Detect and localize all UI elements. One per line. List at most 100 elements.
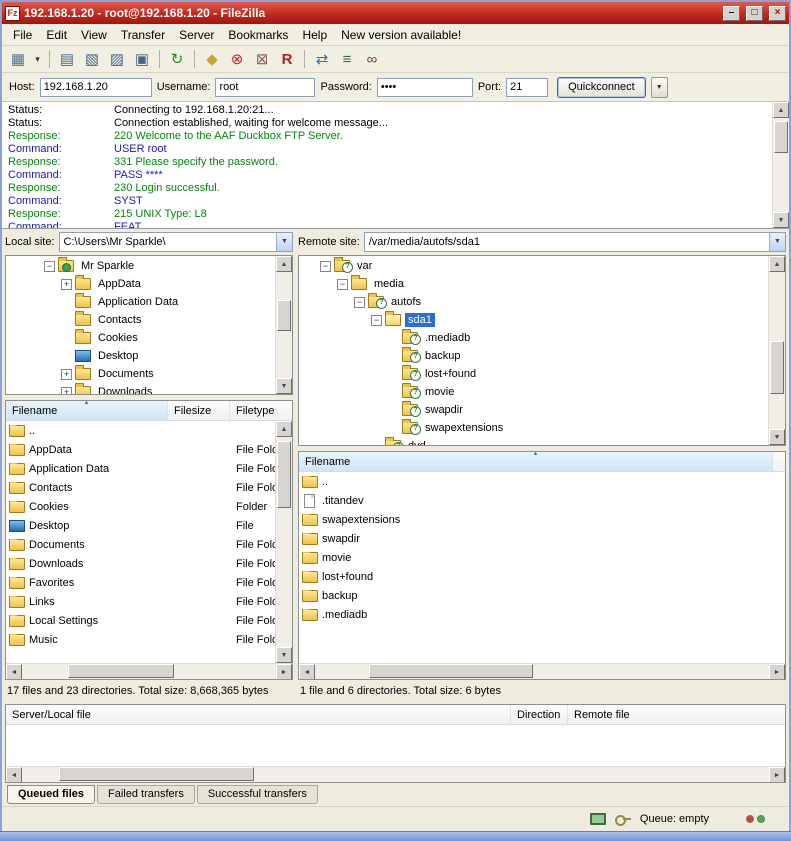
process-queue-button[interactable]: ◆ bbox=[200, 48, 224, 70]
scroll-right-button[interactable]: ► bbox=[276, 664, 292, 680]
column-header-remote-file[interactable]: Remote file bbox=[568, 705, 785, 724]
tree-item[interactable]: + AppData bbox=[6, 275, 275, 293]
remote-path-combo[interactable]: /var/media/autofs/sda1 ▼ bbox=[364, 232, 786, 252]
scroll-down-button[interactable]: ▼ bbox=[276, 378, 292, 394]
column-header-filename[interactable]: ▲Filename bbox=[6, 401, 168, 420]
combo-dropdown-button[interactable]: ▼ bbox=[769, 233, 785, 251]
column-header-filename[interactable]: ▲Filename bbox=[299, 452, 773, 471]
scroll-track[interactable] bbox=[276, 272, 292, 378]
tree-expander[interactable]: + bbox=[61, 387, 72, 395]
menu-new-version[interactable]: New version available! bbox=[334, 26, 468, 44]
remote-list-hscrollbar[interactable]: ◄ ► bbox=[299, 663, 785, 679]
reconnect-button[interactable]: R bbox=[275, 48, 299, 70]
tree-item[interactable]: Desktop bbox=[6, 347, 275, 365]
scroll-left-button[interactable]: ◄ bbox=[6, 664, 22, 680]
file-row[interactable]: lost+found bbox=[299, 567, 785, 586]
tree-expander[interactable]: − bbox=[371, 315, 382, 326]
file-row[interactable]: .. bbox=[6, 421, 275, 440]
toggle-local-tree-button[interactable]: ▧ bbox=[80, 48, 104, 70]
password-input[interactable] bbox=[377, 78, 473, 97]
file-row[interactable]: swapdir bbox=[299, 529, 785, 548]
scroll-right-button[interactable]: ► bbox=[769, 664, 785, 680]
scroll-up-button[interactable]: ▲ bbox=[276, 256, 292, 272]
file-row[interactable]: movie bbox=[299, 548, 785, 567]
cancel-button[interactable]: ⊗ bbox=[225, 48, 249, 70]
menu-view[interactable]: View bbox=[74, 26, 114, 44]
queue-hscrollbar[interactable]: ◄ ► bbox=[6, 766, 785, 782]
column-header-filetype[interactable]: Filetype bbox=[230, 401, 292, 420]
minimize-button[interactable]: – bbox=[723, 6, 740, 21]
directory-comparison-button[interactable]: ⇄ bbox=[310, 48, 334, 70]
tree-expander[interactable]: − bbox=[354, 297, 365, 308]
tree-expander[interactable]: + bbox=[61, 279, 72, 290]
scroll-thumb[interactable] bbox=[277, 441, 291, 508]
title-bar[interactable]: Fz 192.168.1.20 - root@192.168.1.20 - Fi… bbox=[2, 2, 789, 24]
menu-file[interactable]: File bbox=[6, 26, 39, 44]
tree-item[interactable]: + Downloads bbox=[6, 383, 275, 394]
tree-expander[interactable]: − bbox=[337, 279, 348, 290]
quickconnect-button[interactable]: Quickconnect bbox=[557, 77, 646, 98]
file-row[interactable]: swapextensions bbox=[299, 510, 785, 529]
host-input[interactable] bbox=[40, 78, 152, 97]
scroll-thumb[interactable] bbox=[774, 121, 788, 153]
menu-server[interactable]: Server bbox=[172, 26, 221, 44]
tree-item[interactable]: movie bbox=[299, 383, 768, 401]
refresh-button[interactable]: ↻ bbox=[165, 48, 189, 70]
file-row[interactable]: .titandev bbox=[299, 491, 785, 510]
tree-item[interactable]: lost+found bbox=[299, 365, 768, 383]
toggle-message-log-button[interactable]: ▤ bbox=[55, 48, 79, 70]
column-header-local-file[interactable]: Server/Local file bbox=[6, 705, 511, 724]
column-header-filesize[interactable]: Filesize bbox=[168, 401, 230, 420]
toggle-remote-tree-button[interactable]: ▨ bbox=[105, 48, 129, 70]
scroll-track[interactable] bbox=[22, 767, 769, 782]
file-row[interactable]: backup bbox=[299, 586, 785, 605]
file-row[interactable]: Cookies Folder bbox=[6, 497, 275, 516]
scroll-left-button[interactable]: ◄ bbox=[299, 664, 315, 680]
local-path-combo[interactable]: C:\Users\Mr Sparkle\ ▼ bbox=[59, 232, 293, 252]
column-header-direction[interactable]: Direction bbox=[511, 705, 568, 724]
scroll-up-button[interactable]: ▲ bbox=[276, 421, 292, 437]
tab-successful-transfers[interactable]: Successful transfers bbox=[197, 785, 318, 804]
scroll-thumb[interactable] bbox=[59, 767, 253, 781]
tree-item[interactable]: .mediadb bbox=[299, 329, 768, 347]
tree-item[interactable]: Contacts bbox=[6, 311, 275, 329]
port-input[interactable] bbox=[506, 78, 548, 97]
scroll-down-button[interactable]: ▼ bbox=[773, 212, 789, 228]
scroll-track[interactable] bbox=[769, 272, 785, 429]
file-row[interactable]: Links File Folder bbox=[6, 592, 275, 611]
menu-transfer[interactable]: Transfer bbox=[114, 26, 172, 44]
scroll-track[interactable] bbox=[22, 664, 276, 679]
scroll-thumb[interactable] bbox=[277, 300, 291, 332]
local-list-scrollbar[interactable]: ▲ ▼ bbox=[275, 421, 292, 663]
file-row[interactable]: Documents File Folder bbox=[6, 535, 275, 554]
local-tree-scrollbar[interactable]: ▲ ▼ bbox=[275, 256, 292, 394]
scroll-thumb[interactable] bbox=[68, 664, 175, 678]
menu-bookmarks[interactable]: Bookmarks bbox=[221, 26, 295, 44]
maximize-button[interactable]: □ bbox=[746, 6, 763, 21]
file-row[interactable]: .. bbox=[299, 472, 785, 491]
tree-expander[interactable]: − bbox=[320, 261, 331, 272]
tree-item[interactable]: swapextensions bbox=[299, 419, 768, 437]
tree-item[interactable]: swapdir bbox=[299, 401, 768, 419]
scroll-up-button[interactable]: ▲ bbox=[773, 102, 789, 118]
combo-dropdown-button[interactable]: ▼ bbox=[276, 233, 292, 251]
username-input[interactable] bbox=[215, 78, 315, 97]
tree-item[interactable]: − sda1 bbox=[299, 311, 768, 329]
remote-tree-scrollbar[interactable]: ▲ ▼ bbox=[768, 256, 785, 445]
scroll-down-button[interactable]: ▼ bbox=[769, 429, 785, 445]
file-row[interactable]: Contacts File Folder bbox=[6, 478, 275, 497]
file-row[interactable]: Music File Folder bbox=[6, 630, 275, 649]
tree-item[interactable]: Cookies bbox=[6, 329, 275, 347]
scroll-left-button[interactable]: ◄ bbox=[6, 767, 22, 783]
menu-edit[interactable]: Edit bbox=[39, 26, 74, 44]
close-button[interactable]: × bbox=[769, 6, 786, 21]
log-scrollbar[interactable]: ▲ ▼ bbox=[772, 102, 789, 228]
scroll-track[interactable] bbox=[315, 664, 769, 679]
tree-item[interactable]: dvd bbox=[299, 437, 768, 445]
scroll-thumb[interactable] bbox=[369, 664, 532, 678]
tree-item[interactable]: − var bbox=[299, 257, 768, 275]
file-row[interactable]: Desktop File bbox=[6, 516, 275, 535]
site-manager-dropdown[interactable]: ▾ bbox=[31, 48, 44, 70]
tree-item[interactable]: backup bbox=[299, 347, 768, 365]
scroll-track[interactable] bbox=[276, 437, 292, 647]
